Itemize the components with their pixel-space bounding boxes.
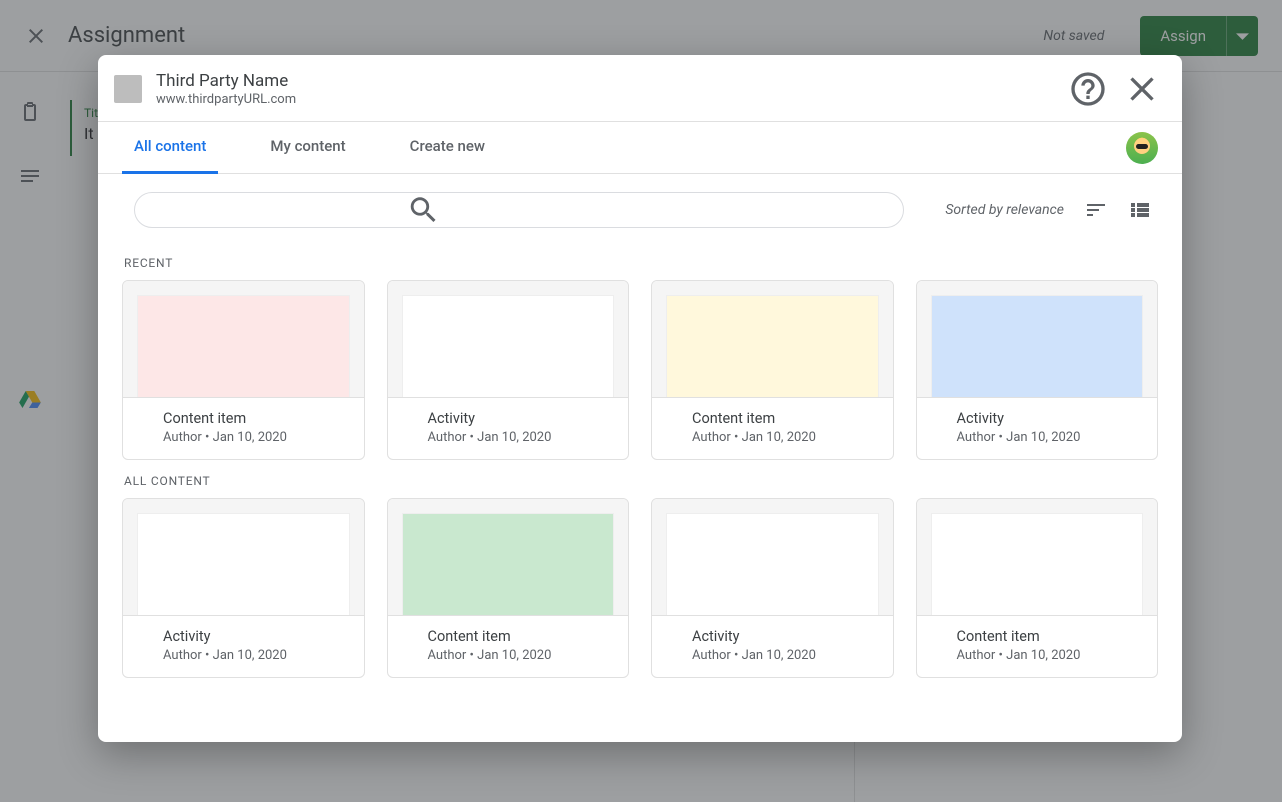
help-icon[interactable] bbox=[1068, 69, 1108, 109]
avatar[interactable] bbox=[1126, 132, 1158, 164]
modal-url: www.thirdpartyURL.com bbox=[156, 92, 1054, 107]
card-thumbnail bbox=[402, 513, 615, 615]
card-subtitle: Author • Jan 10, 2020 bbox=[163, 648, 348, 663]
card-subtitle: Author • Jan 10, 2020 bbox=[163, 430, 348, 445]
third-party-logo bbox=[114, 75, 142, 103]
card-title: Content item bbox=[428, 628, 613, 645]
card-thumbnail bbox=[137, 513, 350, 615]
recent-grid: Content itemAuthor • Jan 10, 2020Activit… bbox=[122, 280, 1158, 460]
card-subtitle: Author • Jan 10, 2020 bbox=[428, 430, 613, 445]
card-title: Activity bbox=[163, 628, 348, 645]
card-subtitle: Author • Jan 10, 2020 bbox=[692, 430, 877, 445]
search-field[interactable] bbox=[708, 202, 889, 218]
content-picker-modal: Third Party Name www.thirdpartyURL.com A… bbox=[98, 55, 1182, 742]
modal-title: Third Party Name bbox=[156, 71, 1054, 91]
card-title: Activity bbox=[428, 410, 613, 427]
search-icon bbox=[149, 193, 698, 227]
tab-all-content[interactable]: All content bbox=[122, 122, 218, 174]
card-title: Content item bbox=[957, 628, 1142, 645]
card-subtitle: Author • Jan 10, 2020 bbox=[957, 648, 1142, 663]
card-thumbnail bbox=[402, 295, 615, 397]
content-card[interactable]: Activity Author • Jan 10, 2020 bbox=[916, 280, 1159, 460]
card-title: Activity bbox=[957, 410, 1142, 427]
tab-create-new[interactable]: Create new bbox=[398, 122, 497, 174]
list-view-icon[interactable] bbox=[1128, 198, 1152, 222]
search-input[interactable] bbox=[134, 192, 904, 228]
sort-icon[interactable] bbox=[1084, 198, 1108, 222]
card-title: Activity bbox=[692, 628, 877, 645]
content-card[interactable]: Content item Author • Jan 10, 2020 bbox=[916, 498, 1159, 678]
section-all-label: ALL CONTENT bbox=[124, 474, 1158, 488]
section-recent-label: RECENT bbox=[124, 256, 1158, 270]
card-thumbnail bbox=[666, 295, 879, 397]
card-thumbnail bbox=[137, 295, 350, 397]
content-card[interactable]: Content item Author • Jan 10, 2020 bbox=[387, 498, 630, 678]
content-card[interactable]: Activity Author • Jan 10, 2020 bbox=[122, 498, 365, 678]
card-thumbnail bbox=[666, 513, 879, 615]
card-thumbnail bbox=[931, 513, 1144, 615]
card-subtitle: Author • Jan 10, 2020 bbox=[957, 430, 1142, 445]
allcontent-grid: ActivityAuthor • Jan 10, 2020Content ite… bbox=[122, 498, 1158, 678]
content-card[interactable]: Activity Author • Jan 10, 2020 bbox=[387, 280, 630, 460]
card-title: Content item bbox=[692, 410, 877, 427]
card-thumbnail bbox=[931, 295, 1144, 397]
tab-my-content[interactable]: My content bbox=[258, 122, 357, 174]
content-card[interactable]: Content item Author • Jan 10, 2020 bbox=[122, 280, 365, 460]
card-subtitle: Author • Jan 10, 2020 bbox=[692, 648, 877, 663]
card-title: Content item bbox=[163, 410, 348, 427]
close-icon[interactable] bbox=[1122, 69, 1162, 109]
sort-label: Sorted by relevance bbox=[945, 202, 1064, 218]
content-card[interactable]: Activity Author • Jan 10, 2020 bbox=[651, 498, 894, 678]
content-card[interactable]: Content item Author • Jan 10, 2020 bbox=[651, 280, 894, 460]
card-subtitle: Author • Jan 10, 2020 bbox=[428, 648, 613, 663]
